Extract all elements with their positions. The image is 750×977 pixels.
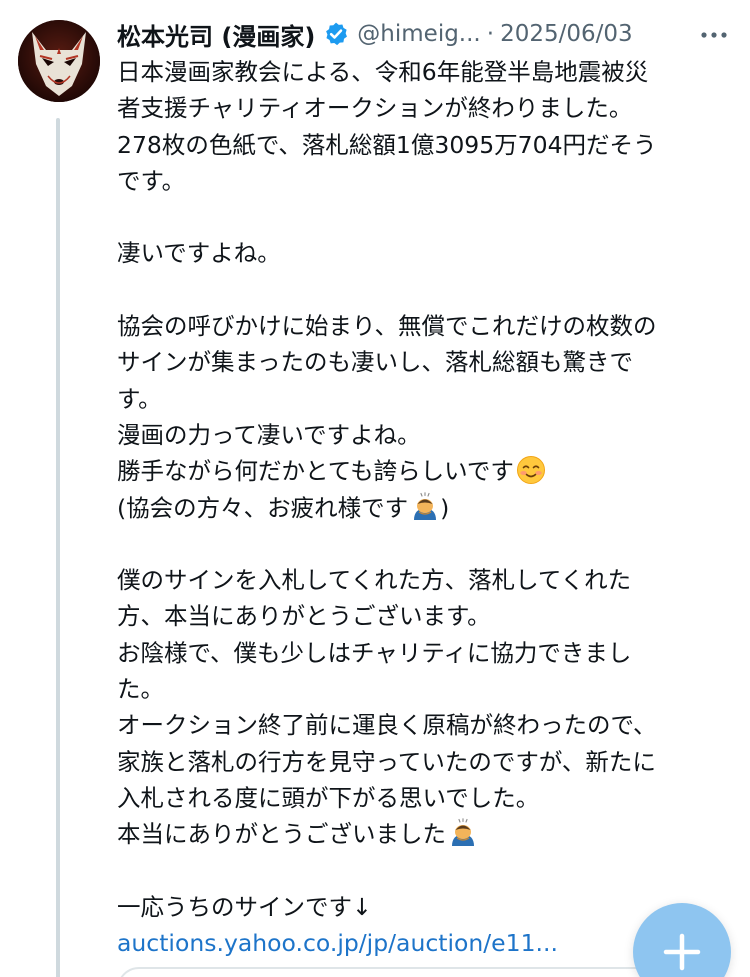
tweet-header: 松本光司 (漫画家) @himeig... · 2025/06/03	[117, 14, 737, 54]
more-horizontal-icon[interactable]	[698, 22, 730, 48]
separator-dot: ·	[486, 21, 495, 47]
tweet-line: 凄いですよね。	[117, 239, 281, 268]
tweet-line: 漫画の力って凄いですよね。	[117, 420, 421, 449]
thread-line	[56, 118, 60, 977]
tweet-line: 278枚の色紙で、落札総額1億3095万704円だそう	[117, 130, 657, 159]
tweet-line: た。	[117, 675, 164, 704]
tweet-line: 僕のサインを入札してくれた方、落札してくれた	[117, 566, 632, 595]
auction-link[interactable]: auctions.yahoo.co.jp/jp/auction/e11...	[117, 929, 558, 957]
tweet-line: 日本漫画家教会による、令和6年能登半島地震被災	[117, 58, 649, 86]
tweet-line: 者支援チャリティオークションが終わりました。	[117, 94, 633, 123]
tweet-line: オークション終了前に運良く原稿が終わったので、	[117, 711, 657, 740]
timestamp[interactable]: 2025/06/03	[500, 21, 633, 47]
bowing-person-emoji	[448, 818, 478, 848]
tweet-line-text: (協会の方々、お疲れ様です	[117, 493, 409, 522]
tweet-line: (協会の方々、お疲れ様です)	[117, 490, 732, 526]
tweet-screen: 松本光司 (漫画家) @himeig... · 2025/06/03 日本漫画家…	[0, 0, 750, 977]
tweet-line: 協会の呼びかけに始まり、無償でこれだけの枚数の	[117, 312, 657, 341]
tweet-line: 一応うちのサインです↓	[117, 892, 372, 921]
tweet-line: 本当にありがとうございました	[117, 816, 732, 852]
tweet-line-text: 本当にありがとうございました	[117, 820, 446, 849]
closing-paren: )	[440, 493, 450, 522]
fox-mask-avatar-image	[18, 20, 100, 102]
tweet-line: 方、本当にありがとうございます。	[117, 602, 491, 631]
smiling-face-emoji	[516, 455, 546, 485]
tweet-line: サインが集まったのも凄いし、落札総額も驚きで	[117, 348, 634, 377]
display-name[interactable]: 松本光司 (漫画家)	[117, 17, 315, 52]
tweet-line-text: 勝手ながら何だかとても誇らしいです	[117, 457, 514, 486]
avatar[interactable]	[18, 20, 100, 102]
tweet-line: お陰様で、僕も少しはチャリティに協力できまし	[117, 638, 632, 667]
reply-input[interactable]	[117, 967, 721, 977]
tweet-line: 家族と落札の行方を見守っていたのですが、新たに	[117, 747, 656, 776]
tweet-line: 勝手ながら何だかとても誇らしいです	[117, 453, 732, 489]
bowing-person-emoji	[410, 491, 440, 522]
plus-icon	[663, 933, 701, 971]
tweet-line: です。	[117, 166, 186, 195]
user-handle[interactable]: @himeig...	[357, 21, 480, 47]
tweet-line: 入札される度に頭が下がる思いでした。	[117, 783, 540, 812]
tweet-text: 日本漫画家教会による、令和6年能登半島地震被災 者支援チャリティオークションが終…	[117, 54, 732, 961]
tweet-line: す。	[117, 384, 162, 413]
verified-badge-icon	[323, 21, 349, 47]
